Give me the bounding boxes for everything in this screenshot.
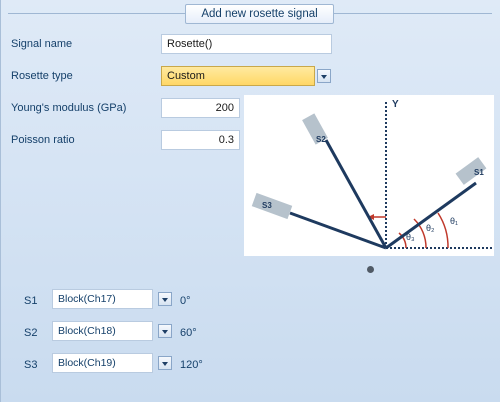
s1-arm: [385, 181, 477, 250]
rosette-diagram-svg: Y S1 S2 S3 θ₃ θ₂ θ₁: [251, 99, 492, 250]
gauge-s2-dropdown-icon[interactable]: [158, 324, 172, 338]
rosette-type-select[interactable]: Custom: [161, 66, 315, 86]
gauge-s2-channel-select[interactable]: Block(Ch18): [52, 321, 153, 341]
diagram-page-indicator[interactable]: [367, 266, 374, 273]
youngs-modulus-input[interactable]: 200: [161, 98, 240, 118]
dialog-title: Add new rosette signal: [185, 4, 334, 24]
gauge-s3-dropdown-icon[interactable]: [158, 356, 172, 370]
signal-name-input[interactable]: Rosette(): [161, 34, 332, 54]
gauge-s3-label: S3: [24, 359, 38, 371]
theta-1-label: θ₁: [450, 216, 458, 226]
s3-diagram-label: S3: [262, 201, 272, 210]
s1-diagram-label: S1: [474, 168, 484, 177]
signal-name-label: Signal name: [11, 38, 73, 50]
gauge-s3-channel-select[interactable]: Block(Ch19): [52, 353, 153, 373]
s2-diagram-label: S2: [316, 135, 326, 144]
rosette-type-dropdown-icon[interactable]: [317, 69, 331, 83]
poisson-ratio-input[interactable]: 0.3: [161, 130, 240, 150]
theta-3-label: θ₃: [406, 232, 415, 242]
rosette-diagram: Y S1 S2 S3 θ₃ θ₂ θ₁: [244, 95, 494, 256]
gauge-s1-channel-select[interactable]: Block(Ch17): [52, 289, 153, 309]
theta-2-label: θ₂: [426, 223, 435, 233]
s2-arm: [324, 139, 388, 249]
gauge-s1-label: S1: [24, 295, 38, 307]
gauge-s1-dropdown-icon[interactable]: [158, 292, 172, 306]
gauge-s2-angle: 60°: [180, 327, 197, 339]
gauge-s3-angle: 120°: [180, 359, 203, 371]
poisson-ratio-label: Poisson ratio: [11, 134, 75, 146]
s3-strip: [251, 192, 293, 220]
theta-1-arc: [437, 212, 449, 249]
gauge-s1-angle: 0°: [180, 295, 191, 307]
gauge-s2-label: S2: [24, 327, 38, 339]
rosette-type-label: Rosette type: [11, 70, 73, 82]
y-axis-label: Y: [392, 99, 399, 110]
youngs-modulus-label: Young's modulus (GPa): [11, 102, 127, 114]
